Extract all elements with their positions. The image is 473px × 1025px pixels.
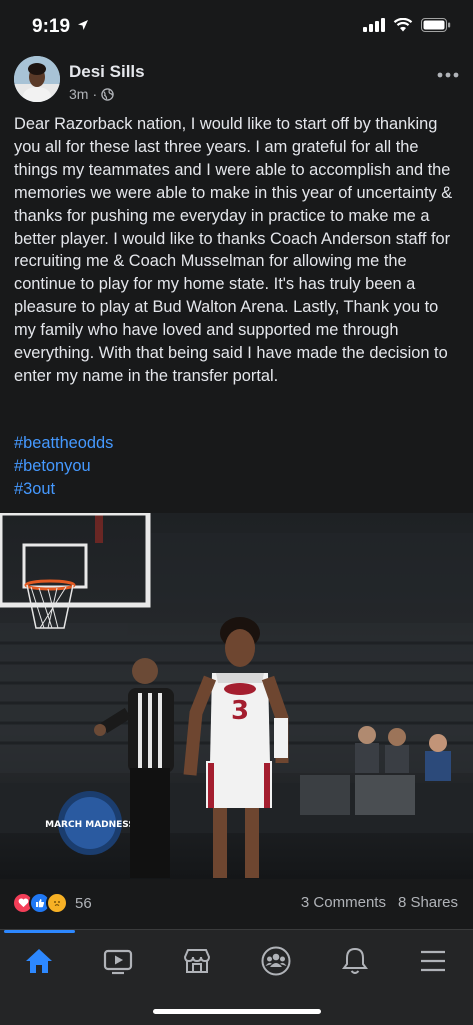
hashtag-link[interactable]: #3out xyxy=(14,478,113,501)
status-icons xyxy=(363,18,451,32)
avatar-image xyxy=(14,56,60,102)
home-icon xyxy=(26,949,52,973)
tab-menu[interactable] xyxy=(413,944,453,978)
hashtag-list: #beattheodds #betonyou #3out xyxy=(14,432,113,501)
post-meta: 3m · xyxy=(69,86,114,102)
basketball-photo: MARCH MADNESS 3 xyxy=(0,513,473,879)
globe-icon xyxy=(101,87,114,101)
tab-home[interactable] xyxy=(19,944,59,978)
post-time[interactable]: 3m xyxy=(69,86,88,102)
ellipsis-icon xyxy=(437,72,459,78)
active-tab-indicator xyxy=(4,930,75,933)
post-text: Dear Razorback nation, I would like to s… xyxy=(14,115,453,385)
marketplace-icon xyxy=(183,949,211,973)
battery-icon xyxy=(421,18,451,32)
status-time: 9:19 xyxy=(32,16,89,38)
reaction-summary[interactable]: 56 xyxy=(12,892,92,914)
location-arrow-icon xyxy=(78,20,89,30)
hashtag-link[interactable]: #beattheodds xyxy=(14,432,113,455)
hamburger-menu-icon xyxy=(421,950,445,972)
care-reaction-icon xyxy=(46,892,68,914)
author-avatar[interactable] xyxy=(14,56,60,102)
shares-count[interactable]: 8 Shares xyxy=(398,894,458,911)
hashtag-link[interactable]: #betonyou xyxy=(14,455,113,478)
comments-count[interactable]: 3 Comments xyxy=(301,894,386,911)
video-play-icon xyxy=(103,949,133,975)
clock-text: 9:19 xyxy=(32,16,71,37)
status-bar: 9:19 xyxy=(0,0,473,56)
post-header: Desi Sills 3m · xyxy=(0,56,473,110)
tab-watch[interactable] xyxy=(98,944,138,978)
tab-marketplace[interactable] xyxy=(177,944,217,978)
more-options-button[interactable] xyxy=(437,58,459,84)
wifi-icon xyxy=(393,18,413,32)
home-indicator[interactable] xyxy=(153,1009,321,1014)
jersey-number: 3 xyxy=(231,696,249,726)
tab-groups[interactable] xyxy=(256,944,296,978)
meta-separator: · xyxy=(92,86,98,102)
groups-icon xyxy=(261,946,291,976)
logo-text: MARCH MADNESS xyxy=(45,820,135,830)
engagement-stats: 3 Comments 8 Shares xyxy=(301,894,458,911)
author-name[interactable]: Desi Sills xyxy=(69,62,145,82)
reaction-count: 56 xyxy=(75,894,92,912)
post-photo[interactable]: MARCH MADNESS 3 xyxy=(0,513,473,879)
tab-notifications[interactable] xyxy=(335,944,375,978)
bell-icon xyxy=(342,947,368,974)
signal-icon xyxy=(363,18,385,32)
